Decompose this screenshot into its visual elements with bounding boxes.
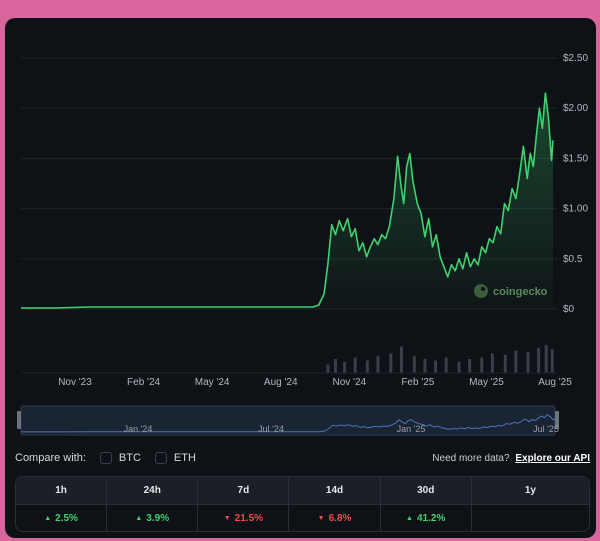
compare-btc-checkbox[interactable]: BTC bbox=[99, 452, 141, 464]
volume-bar bbox=[480, 357, 484, 373]
volume-bar bbox=[444, 357, 448, 373]
perf-value-text: 6.8% bbox=[328, 512, 352, 524]
perf-value bbox=[472, 505, 589, 531]
y-tick-label: $0.5 bbox=[563, 254, 583, 265]
compare-eth-checkbox[interactable]: ETH bbox=[154, 452, 196, 464]
performance-table: 1h ▲ 2.5% 24h ▲ 3.9% 7d ▼ 21.5% 14d ▼ 6.8% 30d ▲ 41.2%… bbox=[15, 476, 590, 532]
api-prefix: Need more data? bbox=[432, 452, 510, 464]
perf-value: ▲ 3.9% bbox=[107, 505, 197, 531]
perf-period: 24h bbox=[107, 477, 198, 505]
volume-bar bbox=[434, 360, 438, 373]
perf-value: ▼ 21.5% bbox=[198, 505, 288, 531]
checkbox-box[interactable] bbox=[154, 452, 167, 464]
perf-col-1y: 1y bbox=[471, 477, 589, 531]
navigator-tick-label: Jan '25 bbox=[397, 424, 426, 434]
y-tick-label: $2.00 bbox=[563, 103, 588, 114]
x-tick-label: Feb '25 bbox=[401, 377, 434, 388]
price-chart[interactable]: $2.50 $2.00 $1.50 $1.00 $0.5 $0 coingecko Nov '… bbox=[5, 18, 596, 393]
y-tick-label: $0 bbox=[563, 304, 575, 315]
volume-bar bbox=[423, 359, 427, 373]
compare-eth-label: ETH bbox=[173, 452, 196, 464]
perf-value: ▼ 6.8% bbox=[289, 505, 379, 531]
volume-bar bbox=[550, 349, 554, 373]
volume-bar bbox=[334, 359, 338, 373]
api-prompt: Need more data? Explore our API bbox=[432, 453, 590, 464]
volume-bar bbox=[412, 356, 416, 373]
caret-down-icon: ▼ bbox=[223, 514, 231, 522]
caret-up-icon: ▲ bbox=[135, 514, 143, 522]
coingecko-watermark: coingecko bbox=[474, 284, 548, 298]
perf-value: ▲ 2.5% bbox=[16, 505, 106, 531]
volume-bar bbox=[544, 345, 548, 373]
x-tick-label: Nov '23 bbox=[58, 377, 92, 388]
perf-period: 1h bbox=[16, 477, 107, 505]
volume-bar bbox=[343, 361, 347, 373]
volume-bar bbox=[490, 353, 494, 373]
perf-period: 14d bbox=[289, 477, 380, 505]
perf-col-24h: 24h ▲ 3.9% bbox=[107, 477, 199, 531]
compare-btc-label: BTC bbox=[118, 452, 141, 464]
volume-bar bbox=[457, 361, 461, 373]
perf-value: ▲ 41.2% bbox=[381, 505, 471, 531]
volume-bar bbox=[389, 353, 393, 373]
volume-bar bbox=[399, 346, 403, 373]
navigator-tick-label: Jan '24 bbox=[124, 424, 153, 434]
navigator-tick-label: Jul '25 bbox=[533, 424, 559, 434]
x-tick-label: Aug '24 bbox=[264, 377, 298, 388]
perf-value-text: 3.9% bbox=[146, 512, 170, 524]
navigator-tick-label: Jul '24 bbox=[258, 424, 284, 434]
volume-bar bbox=[376, 356, 380, 373]
perf-col-30d: 30d ▲ 41.2% bbox=[380, 477, 472, 531]
volume-bar bbox=[503, 354, 507, 373]
y-tick-label: $1.50 bbox=[563, 153, 588, 164]
x-tick-label: May '24 bbox=[195, 377, 230, 388]
perf-value-text: 41.2% bbox=[416, 512, 446, 524]
x-tick-label: Nov '24 bbox=[332, 377, 366, 388]
y-tick-label: $1.00 bbox=[563, 204, 588, 215]
perf-col-14d: 14d ▼ 6.8% bbox=[289, 477, 381, 531]
navigator-left-handle bbox=[17, 411, 21, 429]
perf-value-text: 21.5% bbox=[234, 512, 264, 524]
price-chart-card: $2.50 $2.00 $1.50 $1.00 $0.5 $0 coingecko Nov '… bbox=[5, 18, 596, 538]
volume-bar bbox=[353, 357, 357, 373]
perf-value-text: 2.5% bbox=[55, 512, 78, 524]
compare-label: Compare with: bbox=[15, 452, 86, 464]
caret-down-icon: ▼ bbox=[317, 514, 325, 522]
volume-bar bbox=[326, 364, 330, 373]
watermark-text: coingecko bbox=[493, 286, 548, 298]
perf-period: 30d bbox=[380, 477, 471, 505]
coingecko-logo-icon bbox=[474, 284, 488, 298]
coingecko-logo-eye bbox=[481, 287, 485, 291]
volume-bar bbox=[365, 360, 369, 373]
perf-col-1h: 1h ▲ 2.5% bbox=[16, 477, 108, 531]
volume-bar bbox=[526, 352, 530, 373]
perf-col-7d: 7d ▼ 21.5% bbox=[198, 477, 290, 531]
perf-period: 7d bbox=[198, 477, 289, 505]
price-area bbox=[21, 93, 553, 309]
x-tick-label: May '25 bbox=[469, 377, 504, 388]
compare-row: Compare with: BTC ETH Need more data? Ex… bbox=[15, 450, 590, 466]
checkbox-box[interactable] bbox=[99, 452, 112, 464]
x-tick-label: Feb '24 bbox=[127, 377, 160, 388]
caret-up-icon: ▲ bbox=[44, 514, 52, 522]
y-tick-label: $2.50 bbox=[563, 53, 588, 64]
perf-period: 1y bbox=[471, 477, 589, 505]
navigator-window bbox=[20, 405, 556, 436]
explore-api-link[interactable]: Explore our API bbox=[515, 453, 590, 464]
volume-bar bbox=[468, 359, 472, 373]
x-tick-label: Aug '25 bbox=[538, 377, 572, 388]
range-navigator[interactable]: Jan '24 Jul '24 Jan '25 Jul '25 bbox=[5, 403, 596, 438]
volume-bar bbox=[514, 350, 518, 373]
volume-bar bbox=[537, 347, 541, 373]
caret-up-icon: ▲ bbox=[406, 514, 413, 522]
